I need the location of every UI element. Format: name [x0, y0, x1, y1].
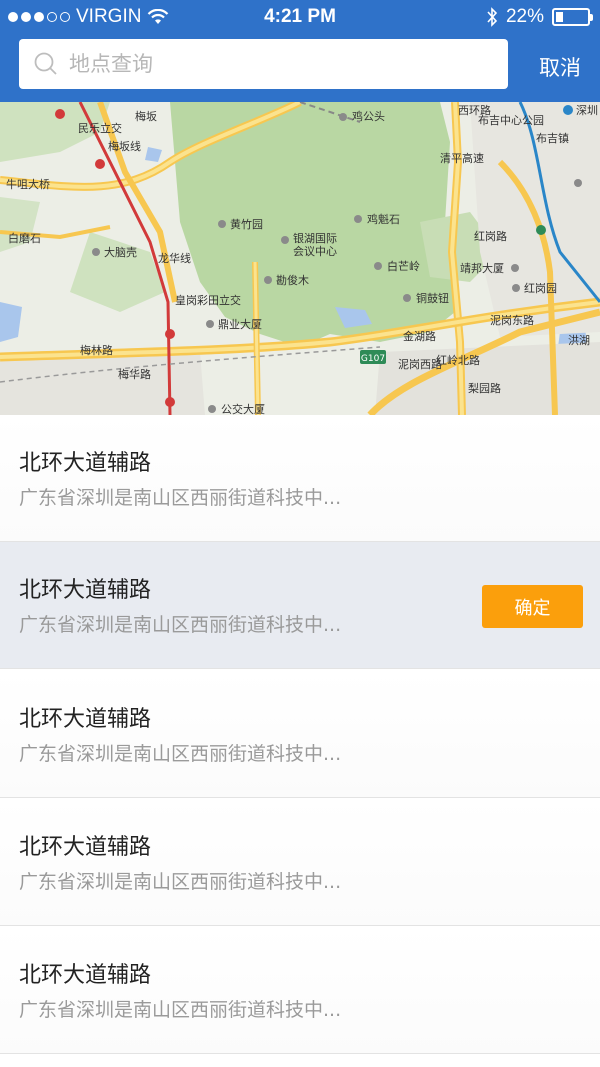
status-right: 22% [486, 6, 593, 28]
poi-marker-icon [511, 264, 519, 272]
map-label: 鸡魁石 [367, 212, 400, 226]
list-item-title: 北环大道辅路 [19, 963, 152, 988]
list-item-selected[interactable]: 北环大道辅路 广东省深圳是南山区西丽街道科技中... 确定 [0, 542, 600, 669]
map-label: 梅坂线 [108, 139, 141, 153]
list-item-address: 广东省深圳是南山区西丽街道科技中... [19, 743, 342, 765]
map-label: 会议中心 [293, 245, 337, 258]
map-label: 红岗路 [474, 230, 507, 243]
header-bar: VIRGIN 4:21 PM 22% 取消 [0, 0, 600, 102]
list-item[interactable]: 北环大道辅路 广东省深圳是南山区西丽街道科技中... [0, 799, 600, 926]
list-item[interactable]: 北环大道辅路 广东省深圳是南山区西丽街道科技中... [0, 927, 600, 1054]
poi-marker-icon [281, 236, 289, 244]
list-item-address: 广东省深圳是南山区西丽街道科技中... [19, 871, 342, 893]
map-label: 红岭北路 [436, 353, 480, 367]
battery-level [556, 12, 563, 22]
list-item[interactable]: 北环大道辅路 广东省深圳是南山区西丽街道科技中... [0, 415, 600, 542]
highway-badge-text: G107 [361, 354, 385, 364]
cancel-button[interactable]: 取消 [530, 52, 590, 82]
map-label: 泥岗东路 [490, 314, 534, 327]
map-canvas: G107 民乐立交 梅坂 鸡公头 布吉中心公园 布吉镇 牛咀大桥 黄竹园 鸡魁石… [0, 102, 600, 415]
map-label: 勘俊木 [276, 273, 309, 287]
map-label: 梨园路 [468, 381, 501, 395]
list-item-title: 北环大道辅路 [19, 578, 152, 603]
poi-marker-icon [354, 215, 362, 223]
list-item-address: 广东省深圳是南山区西丽街道科技中... [19, 999, 342, 1021]
search-box[interactable] [19, 39, 508, 89]
list-item-title: 北环大道辅路 [19, 835, 152, 860]
battery-percent: 22% [505, 6, 544, 27]
map-label: 金湖路 [403, 329, 436, 343]
poi-marker-icon [512, 284, 520, 292]
list-item-title: 北环大道辅路 [19, 707, 152, 732]
map-label: 洪湖 [568, 333, 590, 347]
map-label: 公交大厦 [221, 402, 265, 415]
map-label: 铜鼓钮 [416, 291, 449, 305]
map-label: 民乐立交 [78, 121, 122, 135]
map-label: 白芒岭 [387, 259, 420, 273]
poi-marker-icon [374, 262, 382, 270]
poi-marker-icon [206, 320, 214, 328]
map-label: 皇岗彩田立交 [175, 293, 241, 307]
map-label: 深圳 [576, 104, 598, 117]
map-label: 靖邦大厦 [460, 261, 504, 275]
status-bar: VIRGIN 4:21 PM 22% [0, 0, 600, 34]
list-item[interactable]: 北环大道辅路 广东省深圳是南山区西丽街道科技中... [0, 671, 600, 798]
map-label: 梅林路 [80, 343, 113, 357]
map-label: 黄竹园 [230, 217, 263, 231]
metro-station-icon [563, 105, 573, 115]
map-label: 鸡公头 [352, 109, 385, 123]
map-label: 银湖国际 [293, 231, 337, 245]
map-label: 牛咀大桥 [6, 177, 50, 191]
map-label: 清平高速 [440, 151, 484, 165]
metro-station-icon [165, 397, 175, 407]
confirm-button[interactable]: 确定 [482, 585, 583, 628]
metro-station-icon [536, 225, 546, 235]
poi-marker-icon [264, 276, 272, 284]
map-label: 鼎业大厦 [218, 317, 262, 331]
metro-station-icon [165, 329, 175, 339]
poi-marker-icon [574, 179, 582, 187]
poi-marker-icon [339, 113, 347, 121]
list-item-title: 北环大道辅路 [19, 451, 152, 476]
poi-marker-icon [92, 248, 100, 256]
map-label: 红岗园 [524, 282, 557, 295]
map-label: 白磨石 [8, 231, 41, 245]
poi-marker-icon [218, 220, 226, 228]
map-label: 西环路 [458, 104, 491, 117]
map-label: 大脑壳 [104, 245, 137, 259]
search-icon [34, 52, 57, 75]
bluetooth-icon [487, 7, 498, 27]
map-view[interactable]: G107 民乐立交 梅坂 鸡公头 布吉中心公园 布吉镇 牛咀大桥 黄竹园 鸡魁石… [0, 102, 600, 415]
map-label: 龙华线 [158, 251, 191, 265]
battery-icon [552, 8, 593, 26]
map-label: 布吉镇 [536, 131, 569, 145]
map-label: 梅坂 [135, 109, 157, 123]
poi-marker-icon [208, 405, 216, 413]
metro-station-icon [55, 109, 65, 119]
metro-station-icon [95, 159, 105, 169]
search-input[interactable] [69, 52, 489, 76]
poi-marker-icon [403, 294, 411, 302]
map-label: 梅华路 [118, 367, 151, 381]
list-item-address: 广东省深圳是南山区西丽街道科技中... [19, 614, 342, 636]
list-item-address: 广东省深圳是南山区西丽街道科技中... [19, 487, 342, 509]
